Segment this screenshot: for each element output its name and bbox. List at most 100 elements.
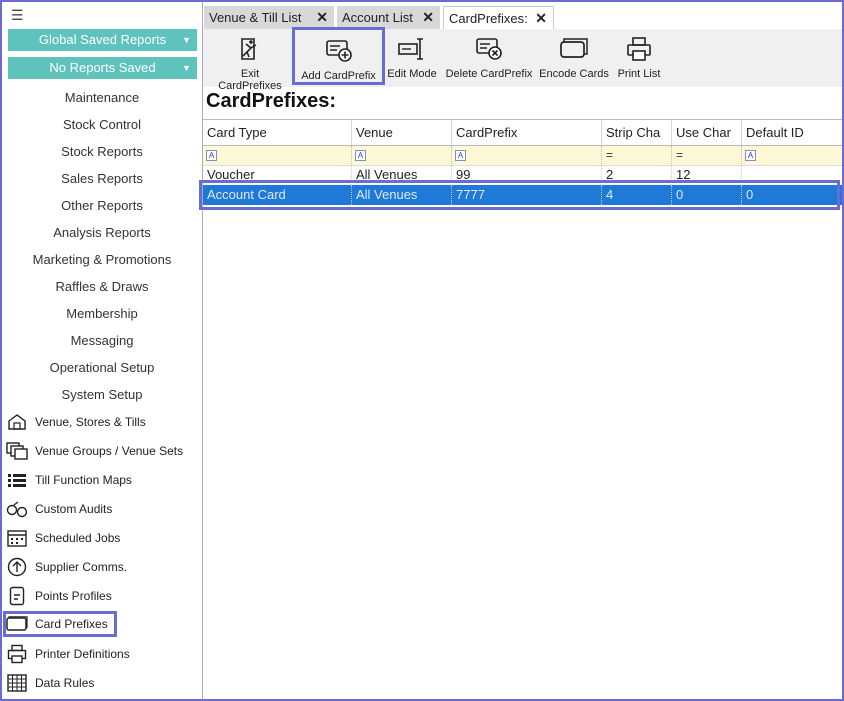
- nav-other-reports[interactable]: Other Reports: [2, 196, 202, 216]
- encode-cards-label: Encode Cards: [539, 68, 609, 80]
- exit-cardprefixes-label: Exit CardPrefixes: [218, 68, 282, 92]
- filter-card-type[interactable]: A: [203, 146, 352, 166]
- filter-row: A A A = = A: [203, 146, 842, 166]
- encode-cards-button[interactable]: Encode Cards: [538, 33, 610, 85]
- upload-circle-icon: [6, 557, 28, 577]
- close-icon[interactable]: ✕: [422, 6, 434, 29]
- sidebar-item-label: Venue Groups / Venue Sets: [35, 444, 184, 458]
- venue-store-icon: [6, 412, 28, 432]
- sidebar-item-till-function-maps[interactable]: Till Function Maps: [6, 467, 132, 493]
- sidebar-item-label: Data Rules: [35, 676, 95, 690]
- filter-strip-char[interactable]: =: [602, 146, 672, 166]
- text-filter-icon: A: [745, 150, 756, 161]
- add-cardprefix-label: Add CardPrefix: [301, 70, 376, 82]
- nav-stock-control[interactable]: Stock Control: [2, 115, 202, 135]
- column-header-cardprefix[interactable]: CardPrefix: [452, 120, 602, 146]
- nav-stock-reports[interactable]: Stock Reports: [2, 142, 202, 162]
- tab-cardprefixes[interactable]: CardPrefixes: ✕: [443, 6, 554, 29]
- no-reports-saved-label: No Reports Saved: [49, 60, 156, 75]
- text-filter-icon: A: [206, 150, 217, 161]
- equals-filter-icon: =: [606, 148, 614, 162]
- text-filter-icon: A: [455, 150, 466, 161]
- sidebar-item-label: Supplier Comms.: [35, 560, 128, 574]
- nav-marketing-promotions[interactable]: Marketing & Promotions: [2, 250, 202, 270]
- delete-card-icon: [476, 38, 502, 60]
- tab-account-list[interactable]: Account List ✕: [337, 6, 440, 29]
- nav-raffles-draws[interactable]: Raffles & Draws: [2, 277, 202, 297]
- printer-icon: [6, 644, 28, 664]
- sidebar-item-data-rules[interactable]: Data Rules: [6, 670, 94, 696]
- sidebar-item-custom-audits[interactable]: Custom Audits: [6, 496, 112, 522]
- audit-icon: [6, 499, 28, 519]
- hamburger-menu-icon[interactable]: ☰: [11, 8, 25, 22]
- sidebar-item-label: Venue, Stores & Tills: [35, 415, 146, 429]
- delete-cardprefix-label: Delete CardPrefix: [445, 68, 533, 80]
- column-header-default-id[interactable]: Default ID: [742, 120, 842, 146]
- add-cardprefix-button[interactable]: Add CardPrefix: [292, 27, 385, 85]
- global-saved-reports-dropdown[interactable]: Global Saved Reports ▼: [8, 29, 197, 51]
- grid-dots-icon: [6, 470, 28, 490]
- sidebar-item-label: Till Function Maps: [35, 473, 132, 487]
- sidebar-item-label: Scheduled Jobs: [35, 531, 121, 545]
- sidebar-item-venue-stores-tills[interactable]: Venue, Stores & Tills: [6, 409, 146, 435]
- nav-system-setup[interactable]: System Setup: [2, 385, 202, 405]
- sidebar: ☰ Global Saved Reports ▼ No Reports Save…: [2, 2, 202, 699]
- close-icon[interactable]: ✕: [316, 6, 328, 29]
- encode-cards-icon: [560, 38, 588, 58]
- no-reports-saved-dropdown[interactable]: No Reports Saved ▼: [8, 57, 197, 79]
- sidebar-item-label: Printer Definitions: [35, 647, 130, 661]
- global-saved-reports-label: Global Saved Reports: [38, 32, 167, 47]
- toolbar: Exit CardPrefixes Add CardPrefix Edit Mo…: [203, 27, 842, 92]
- column-header-strip-char[interactable]: Strip Cha: [602, 120, 672, 146]
- filter-venue[interactable]: A: [352, 146, 452, 166]
- tab-bar: Venue & Till List ✕ Account List ✕ CardP…: [203, 2, 842, 29]
- print-list-label: Print List: [617, 68, 661, 80]
- column-header-use-char[interactable]: Use Char: [672, 120, 742, 146]
- sidebar-item-venue-groups[interactable]: Venue Groups / Venue Sets: [6, 438, 183, 464]
- points-card-icon: [6, 586, 28, 606]
- nav-operational-setup[interactable]: Operational Setup: [2, 358, 202, 378]
- tab-venue-till-list[interactable]: Venue & Till List ✕: [204, 6, 334, 29]
- nav-sales-reports[interactable]: Sales Reports: [2, 169, 202, 189]
- edit-mode-button[interactable]: Edit Mode: [386, 33, 438, 85]
- nav-maintenance[interactable]: Maintenance: [2, 88, 202, 108]
- nav-analysis-reports[interactable]: Analysis Reports: [2, 223, 202, 243]
- text-filter-icon: A: [355, 150, 366, 161]
- print-list-button[interactable]: Print List: [613, 33, 665, 85]
- venue-groups-icon: [6, 441, 28, 461]
- filter-cardprefix[interactable]: A: [452, 146, 602, 166]
- sidebar-item-label: Card Prefixes: [35, 617, 108, 631]
- calendar-icon: [6, 528, 28, 548]
- sidebar-item-scheduled-jobs[interactable]: Scheduled Jobs: [6, 525, 120, 551]
- chevron-down-icon: ▼: [182, 63, 191, 73]
- equals-filter-icon: =: [676, 148, 684, 162]
- tab-label: Account List: [342, 10, 413, 25]
- exit-cardprefixes-button[interactable]: Exit CardPrefixes: [208, 33, 292, 92]
- printer-icon: [627, 37, 651, 61]
- sidebar-item-points-profiles[interactable]: Points Profiles: [6, 583, 112, 609]
- tab-label: CardPrefixes:: [449, 11, 528, 26]
- delete-cardprefix-button[interactable]: Delete CardPrefix: [443, 33, 535, 85]
- edit-mode-icon: [398, 38, 423, 60]
- card-icon: [6, 614, 28, 634]
- column-header-venue[interactable]: Venue: [352, 120, 452, 146]
- selected-row-highlight: [199, 180, 840, 210]
- page-title: CardPrefixes:: [206, 90, 337, 112]
- close-icon[interactable]: ✕: [535, 7, 547, 30]
- sidebar-item-printer-definitions[interactable]: Printer Definitions: [6, 641, 130, 667]
- exit-icon: [241, 38, 257, 60]
- data-grid-icon: [6, 673, 28, 693]
- filter-use-char[interactable]: =: [672, 146, 742, 166]
- sidebar-item-label: Points Profiles: [35, 589, 112, 603]
- nav-membership[interactable]: Membership: [2, 304, 202, 324]
- sidebar-item-supplier-comms[interactable]: Supplier Comms.: [6, 554, 127, 580]
- sidebar-item-label: Custom Audits: [35, 502, 113, 516]
- chevron-down-icon: ▼: [182, 35, 191, 45]
- column-header-card-type[interactable]: Card Type: [203, 120, 352, 146]
- nav-messaging[interactable]: Messaging: [2, 331, 202, 351]
- edit-mode-label: Edit Mode: [387, 68, 437, 80]
- add-card-icon: [325, 40, 352, 62]
- tab-label: Venue & Till List: [209, 10, 302, 25]
- sidebar-item-card-prefixes[interactable]: Card Prefixes: [3, 611, 117, 637]
- filter-default-id[interactable]: A: [742, 146, 842, 166]
